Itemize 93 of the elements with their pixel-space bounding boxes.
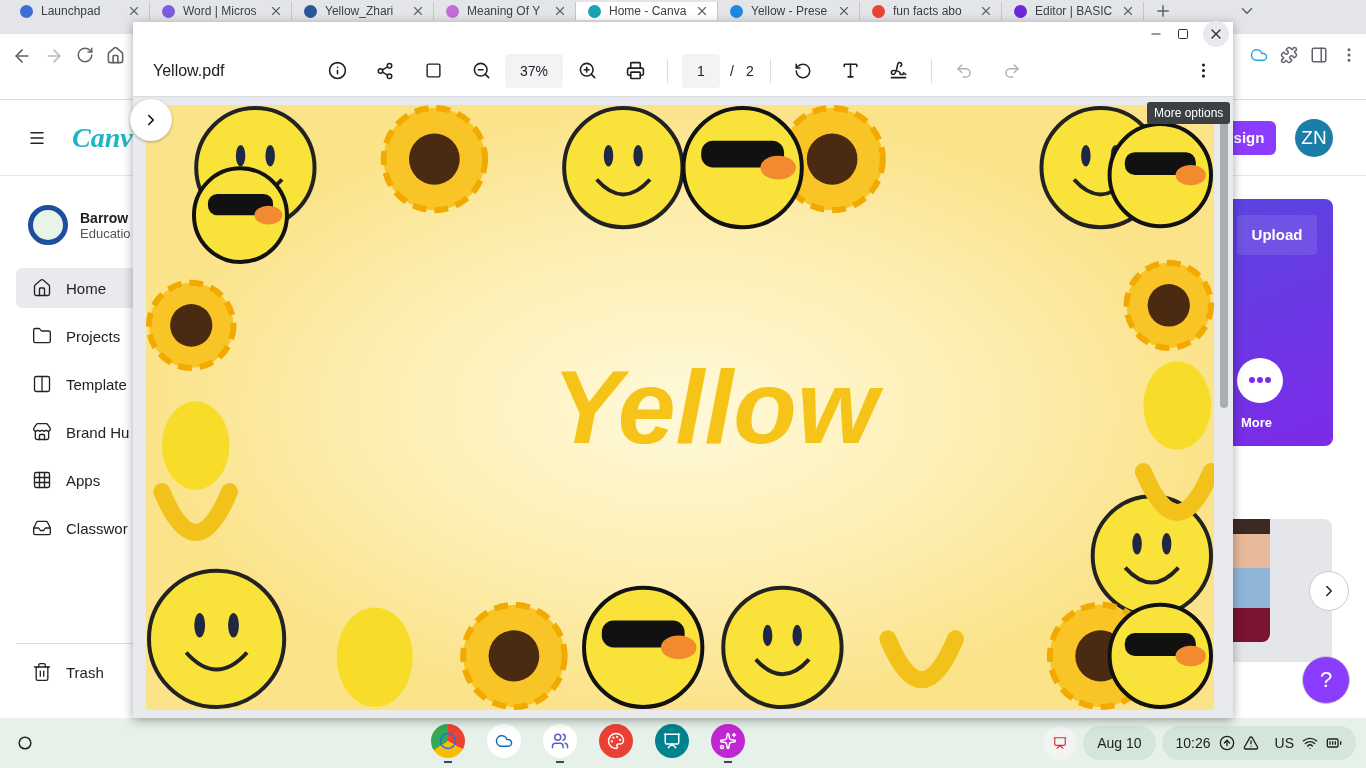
help-button[interactable]: ? — [1302, 656, 1350, 704]
page-separator: / — [730, 62, 734, 79]
home-icon[interactable] — [106, 46, 125, 65]
status-area[interactable]: 10:26 US — [1161, 726, 1356, 760]
trash-icon — [32, 662, 52, 682]
tab-title: Launchpad — [41, 4, 102, 18]
nav-label: Classwor — [66, 519, 128, 537]
fit-page-icon[interactable] — [424, 62, 442, 79]
browser-tab[interactable]: Launchpad — [8, 2, 150, 20]
browser-tab[interactable]: Editor | BASIC — [1002, 2, 1144, 20]
close-icon[interactable] — [1121, 4, 1135, 18]
tab-title: Editor | BASIC — [1035, 4, 1113, 18]
upload-button[interactable]: Upload — [1237, 215, 1317, 255]
sparkle-icon[interactable] — [710, 723, 745, 758]
nav-label: Projects — [66, 327, 121, 345]
cloud-icon[interactable] — [486, 723, 521, 758]
battery-icon — [1326, 735, 1342, 751]
zoom-out-icon[interactable] — [471, 61, 491, 80]
palette-icon[interactable] — [598, 723, 633, 758]
browser-tab[interactable]: Word | Micros — [150, 2, 292, 20]
tab-title: Yellow - Prese — [751, 4, 829, 18]
nav-item[interactable]: Apps — [16, 460, 133, 500]
close-icon[interactable] — [553, 4, 567, 18]
upload-icon — [1218, 735, 1235, 751]
date-button[interactable]: Aug 10 — [1083, 726, 1156, 760]
page-number-field[interactable]: 1 — [682, 53, 720, 88]
nav-label: Trash — [66, 663, 104, 681]
tray-app-icon[interactable] — [1043, 726, 1078, 760]
page-count: 2 — [745, 62, 754, 79]
clock-text: 10:26 — [1175, 735, 1211, 751]
browser-tab[interactable]: Yellow_Zhari — [292, 2, 434, 20]
zoom-in-icon[interactable] — [577, 61, 597, 80]
side-panel-icon[interactable] — [1310, 46, 1328, 64]
cloud-extension-icon[interactable] — [1250, 46, 1268, 64]
wifi-icon — [1302, 735, 1318, 751]
info-icon[interactable] — [327, 61, 347, 80]
tab-title: Home - Canva — [609, 4, 687, 18]
close-icon[interactable] — [411, 4, 425, 18]
layout-icon — [32, 374, 52, 394]
grid-icon — [32, 470, 52, 490]
folder-icon — [32, 326, 52, 346]
inbox-icon — [32, 518, 52, 538]
store-icon — [32, 422, 52, 442]
close-icon[interactable] — [979, 4, 993, 18]
share-icon[interactable] — [376, 61, 394, 80]
reload-icon[interactable] — [76, 46, 94, 64]
people-icon[interactable] — [542, 723, 577, 758]
nav-item[interactable]: Home — [16, 268, 133, 308]
browser-tab[interactable]: Home - Canva — [576, 2, 718, 20]
template-card[interactable] — [1233, 519, 1332, 662]
nav-item[interactable]: Trash — [16, 652, 133, 692]
presentation-icon[interactable] — [654, 723, 689, 758]
zoom-field[interactable]: 37% — [505, 53, 563, 88]
more-button[interactable] — [1237, 357, 1283, 403]
close-icon[interactable] — [837, 4, 851, 18]
new-tab-icon[interactable] — [1154, 2, 1172, 20]
org-name: Barrow — [80, 209, 130, 226]
nav-label: Brand Hu — [66, 423, 130, 441]
keyboard-layout-text: US — [1274, 735, 1294, 751]
tab-title: Meaning Of Y — [467, 4, 542, 18]
nav-item[interactable]: Classwor — [16, 508, 133, 548]
tab-title: Yellow_Zhari — [325, 4, 395, 18]
logo-text: Canv — [72, 121, 133, 154]
browser-tab[interactable]: fun facts abo — [860, 2, 1002, 20]
warning-icon — [1242, 735, 1259, 751]
close-icon[interactable] — [695, 4, 709, 18]
draw-icon[interactable] — [889, 61, 909, 80]
file-name: Yellow.pdf — [153, 61, 226, 80]
close-icon[interactable] — [269, 4, 283, 18]
browser-tab[interactable]: Yellow - Prese — [718, 2, 860, 20]
house-icon — [32, 278, 52, 298]
text-icon[interactable] — [841, 61, 861, 80]
avatar[interactable]: ZN — [1295, 118, 1333, 157]
nav-label: Template — [66, 375, 127, 393]
nav-label: Apps — [66, 471, 101, 489]
puzzle-icon[interactable] — [1280, 46, 1298, 64]
launcher-icon[interactable] — [18, 736, 32, 750]
org-subtitle: Educatio — [80, 225, 131, 241]
print-icon[interactable] — [625, 61, 645, 80]
close-button[interactable] — [1203, 20, 1229, 47]
nav-label: Home — [66, 279, 106, 297]
more-label: More — [1241, 415, 1273, 430]
nav-item[interactable]: Brand Hu — [16, 412, 133, 452]
close-icon[interactable] — [127, 4, 141, 18]
nav-item[interactable]: Template — [16, 364, 133, 404]
nav-item[interactable]: Projects — [16, 316, 133, 356]
maximize-icon[interactable] — [1177, 27, 1189, 40]
tab-title: fun facts abo — [893, 4, 963, 18]
tab-title: Word | Micros — [183, 4, 258, 18]
ellipsis-icon — [1249, 377, 1271, 384]
tooltip: More options — [1147, 102, 1231, 124]
page-title: Yellow — [538, 347, 892, 468]
rotate-icon[interactable] — [793, 61, 812, 80]
